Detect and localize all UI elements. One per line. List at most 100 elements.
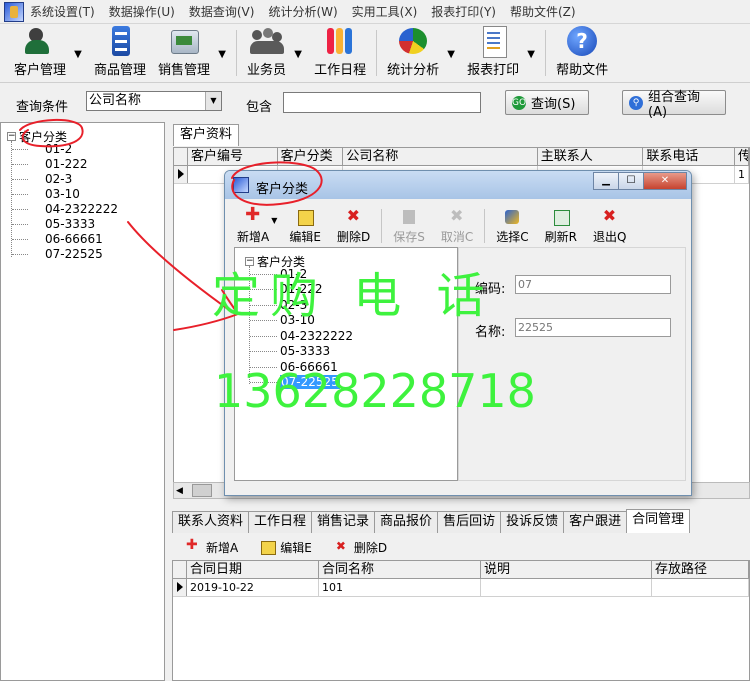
report-print-button[interactable]: 报表打印 — [461, 26, 525, 82]
toolbar-separator — [236, 30, 238, 76]
dialog-toolbar: 新增A ▼ 编辑E 删除D 保存S 取消C 选择C 刷新R — [229, 203, 689, 247]
name-field[interactable]: 22525 — [515, 318, 671, 337]
statistics-dropdown-icon[interactable]: ▼ — [445, 26, 457, 82]
tree-item[interactable]: 07-22525 — [45, 247, 103, 261]
delete-contract-button[interactable]: 删除D — [334, 539, 387, 556]
tree-item[interactable]: 04-2322222 — [45, 202, 118, 216]
tree-item[interactable]: 01-2 — [280, 267, 307, 281]
combo-query-button[interactable]: ⚲ 组合查询(A) — [622, 90, 726, 120]
tree-item[interactable]: 05-3333 — [280, 344, 330, 358]
dialog-save-button[interactable]: 保存S — [385, 208, 433, 247]
tree-item[interactable]: 04-2322222 — [280, 329, 353, 343]
statistics-button[interactable]: 统计分析 — [381, 26, 445, 82]
column-header[interactable]: 合同名称 — [319, 561, 481, 578]
collapse-icon[interactable]: − — [7, 132, 16, 141]
name-label: 名称: — [475, 325, 506, 340]
dialog-delete-button[interactable]: 删除D — [329, 206, 378, 247]
sales-dropdown-icon[interactable]: ▼ — [216, 26, 228, 82]
column-header[interactable]: 联系电话 — [643, 148, 736, 165]
app-icon — [4, 1, 24, 22]
condition-select[interactable]: 公司名称 ▼ — [86, 91, 222, 111]
product-management-button[interactable]: 商品管理 — [88, 26, 152, 82]
column-header[interactable]: 说明 — [481, 561, 652, 578]
column-header[interactable]: 传 — [735, 148, 750, 165]
tree-item[interactable]: 01-222 — [280, 282, 323, 296]
tree-item[interactable]: 01-2 — [45, 142, 72, 156]
tab-quotes[interactable]: 商品报价 — [374, 511, 439, 533]
toolbar-separator — [381, 209, 383, 243]
column-header[interactable]: 合同日期 — [187, 561, 319, 578]
go-icon: GO — [512, 95, 527, 110]
dialog-exit-button[interactable]: 退出Q — [585, 206, 634, 247]
menu-data-operations[interactable]: 数据操作(U) — [109, 3, 175, 20]
tree-item[interactable]: 03-10 — [280, 313, 315, 327]
contract-grid[interactable]: 合同日期 合同名称 说明 存放路径 2019-10-22 101 — [172, 560, 750, 681]
column-header[interactable]: 客户编号 — [188, 148, 278, 165]
tree-item[interactable]: 01-222 — [45, 157, 88, 171]
dialog-edit-button[interactable]: 编辑E — [281, 208, 329, 247]
tree-guide-line — [12, 239, 28, 240]
tab-customer-info[interactable]: 客户资料 — [173, 124, 240, 146]
tab-follow-up[interactable]: 客户跟进 — [563, 511, 628, 533]
tree-item[interactable]: 02-3 — [280, 298, 307, 312]
menu-statistics[interactable]: 统计分析(W) — [268, 3, 337, 20]
dialog-category-tree[interactable]: − 客户分类 01-2 01-222 02-3 03-10 04-2322222… — [234, 247, 458, 481]
tab-schedule[interactable]: 工作日程 — [248, 511, 313, 533]
tree-item[interactable]: 03-10 — [45, 187, 80, 201]
dialog-titlebar[interactable]: 客户分类 ▁ ☐ ✕ — [225, 171, 691, 199]
maximize-icon[interactable]: ☐ — [618, 172, 644, 190]
dialog-add-button[interactable]: 新增A — [229, 204, 277, 247]
dialog-select-button[interactable]: 选择C — [488, 208, 536, 247]
edit-contract-button[interactable]: 编辑E — [260, 539, 312, 556]
add-contract-button[interactable]: 新增A — [186, 537, 238, 556]
collapse-icon[interactable]: − — [245, 257, 254, 266]
menu-data-query[interactable]: 数据查询(V) — [189, 3, 255, 20]
statistics-label: 统计分析 — [387, 63, 440, 78]
query-button[interactable]: GO 查询(S) — [505, 90, 589, 115]
tree-guide-line — [250, 274, 277, 275]
menu-report-print[interactable]: 报表打印(Y) — [431, 3, 496, 20]
tab-after-sales[interactable]: 售后回访 — [437, 511, 502, 533]
schedule-button[interactable]: 工作日程 — [308, 26, 372, 82]
tree-guide-line — [250, 367, 277, 368]
scroll-thumb[interactable] — [192, 484, 212, 497]
tree-item[interactable]: 06-66661 — [45, 232, 103, 246]
customer-category-tree[interactable]: − 客户分类 01-2 01-222 02-3 03-10 04-2322222… — [0, 122, 165, 681]
dialog-add-label: 新增A — [237, 230, 270, 244]
report-dropdown-icon[interactable]: ▼ — [525, 26, 537, 82]
chevron-down-icon[interactable]: ▼ — [205, 92, 221, 110]
column-header[interactable]: 主联系人 — [538, 148, 644, 165]
tab-contracts[interactable]: 合同管理 — [626, 509, 691, 533]
tab-complaints[interactable]: 投诉反馈 — [500, 511, 565, 533]
pie-chart-icon — [396, 26, 430, 55]
column-header[interactable]: 客户分类 — [278, 148, 344, 165]
column-header[interactable]: 公司名称 — [343, 148, 538, 165]
tree-item[interactable]: 02-3 — [45, 172, 72, 186]
tab-contacts[interactable]: 联系人资料 — [172, 511, 250, 533]
tab-sales-records[interactable]: 销售记录 — [311, 511, 376, 533]
tree-guide-line — [250, 320, 277, 321]
dialog-refresh-button[interactable]: 刷新R — [537, 208, 585, 247]
dialog-cancel-button[interactable]: 取消C — [433, 206, 481, 247]
staff-button[interactable]: 业务员 — [241, 26, 292, 82]
minimize-icon[interactable]: ▁ — [593, 172, 619, 190]
close-icon[interactable]: ✕ — [643, 172, 687, 190]
menu-help[interactable]: 帮助文件(Z) — [510, 3, 576, 20]
tree-item[interactable]: 05-3333 — [45, 217, 95, 231]
staff-dropdown-icon[interactable]: ▼ — [292, 26, 304, 82]
table-row[interactable]: 2019-10-22 101 — [173, 579, 749, 597]
add-dropdown-icon[interactable]: ▼ — [271, 216, 277, 247]
column-header[interactable]: 存放路径 — [652, 561, 749, 578]
menu-tools[interactable]: 实用工具(X) — [352, 3, 418, 20]
tree-item[interactable]: 06-66661 — [280, 360, 338, 374]
customer-dropdown-icon[interactable]: ▼ — [72, 26, 84, 82]
edit-contract-label: 编辑E — [280, 540, 312, 555]
help-button[interactable]: 帮助文件 — [550, 26, 614, 82]
scroll-left-icon[interactable]: ◀ — [176, 486, 183, 496]
tree-item-selected[interactable]: 07-22525 — [280, 375, 340, 389]
code-field[interactable]: 07 — [515, 275, 671, 294]
customer-management-button[interactable]: 客户管理 — [8, 26, 72, 82]
search-input[interactable] — [283, 92, 481, 113]
sales-management-button[interactable]: 销售管理 — [152, 26, 216, 82]
menu-system-settings[interactable]: 系统设置(T) — [30, 3, 95, 20]
